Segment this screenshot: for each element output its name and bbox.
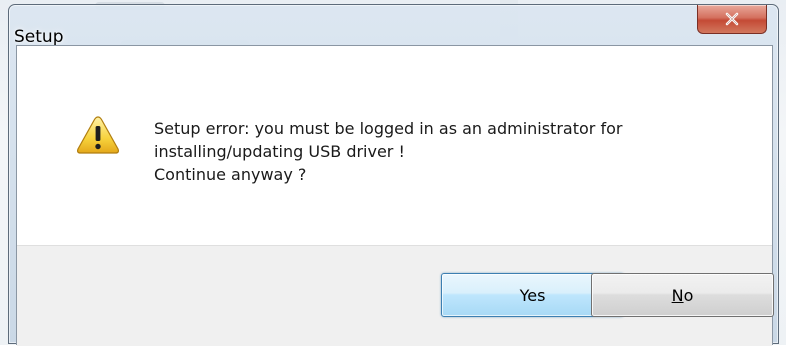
setup-dialog-window: Setup Setup error: you must be logged in… [8, 4, 779, 346]
no-button-label-rest: o [683, 285, 694, 305]
no-button-mnemonic: N [671, 285, 684, 305]
message-area: Setup error: you must be logged in as an… [17, 46, 772, 245]
close-button[interactable] [697, 5, 767, 34]
no-button-label: No [672, 286, 694, 305]
message-line: Setup error: you must be logged in as an… [154, 119, 623, 138]
warning-icon [76, 116, 120, 154]
button-bar: Yes No [17, 245, 774, 346]
message-line: installing/updating USB driver ! [154, 142, 405, 161]
window-title: Setup [14, 27, 64, 47]
yes-button-label: Yes [519, 285, 546, 305]
dialog-client-area: Setup error: you must be logged in as an… [16, 45, 774, 346]
close-icon [725, 12, 739, 26]
no-button[interactable]: No [591, 273, 774, 317]
message-line: Continue anyway ? [154, 165, 307, 184]
error-message: Setup error: you must be logged in as an… [154, 117, 754, 186]
